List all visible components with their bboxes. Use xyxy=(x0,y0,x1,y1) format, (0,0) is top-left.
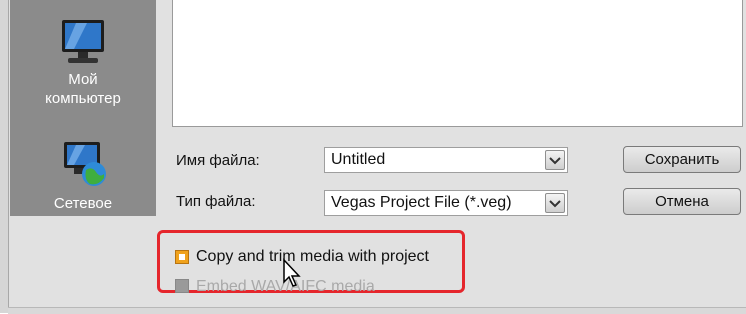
filename-value: Untitled xyxy=(331,151,386,168)
filetype-value: Vegas Project File (*.veg) xyxy=(331,194,512,211)
place-label: Сетевое xyxy=(53,195,113,212)
place-label-line1: Мой xyxy=(68,71,98,88)
copy-trim-label[interactable]: Copy and trim media with project xyxy=(196,248,429,266)
checkmark-icon xyxy=(179,254,185,260)
dialog-left-edge xyxy=(0,0,9,313)
copy-trim-checkbox[interactable] xyxy=(175,250,189,264)
filetype-select[interactable]: Vegas Project File (*.veg) xyxy=(324,190,568,216)
monitor-icon xyxy=(62,20,104,63)
place-network[interactable]: Сетевое xyxy=(10,140,156,213)
chevron-down-icon xyxy=(549,200,561,208)
filetype-dropdown-button[interactable] xyxy=(545,193,565,213)
filename-dropdown-button[interactable] xyxy=(545,150,565,170)
save-button[interactable]: Сохранить xyxy=(623,146,741,173)
file-list[interactable] xyxy=(172,0,743,127)
filetype-label: Тип файла: xyxy=(176,193,256,210)
network-globe-icon xyxy=(64,142,106,186)
place-my-computer[interactable]: Мой компьютер xyxy=(10,18,156,108)
cancel-button[interactable]: Отмена xyxy=(623,188,741,215)
mouse-cursor-icon xyxy=(283,258,301,287)
place-label-line2: компьютер xyxy=(45,90,121,107)
filename-field[interactable]: Untitled xyxy=(324,147,568,173)
places-bar: Мой компьютер Сетевое xyxy=(10,0,156,216)
save-dialog: Мой компьютер Сетевое Имя файла: Untitle… xyxy=(0,0,746,314)
filename-label: Имя файла: xyxy=(176,152,260,169)
chevron-down-icon xyxy=(549,157,561,165)
embed-checkbox xyxy=(175,279,189,293)
